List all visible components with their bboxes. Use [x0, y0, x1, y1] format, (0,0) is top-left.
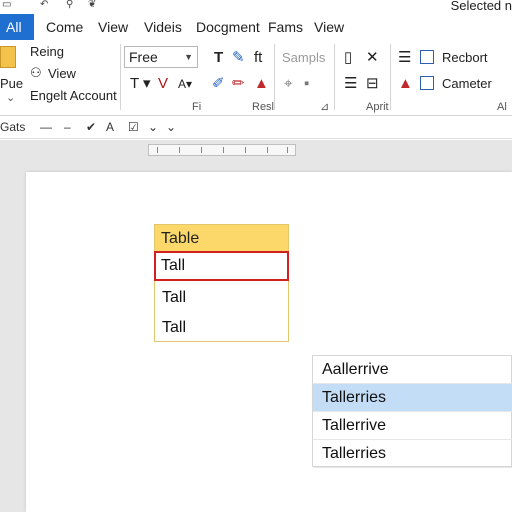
camera-icon[interactable] — [420, 76, 434, 90]
table-header[interactable]: Table — [155, 225, 288, 251]
document-table[interactable]: Table Tall Tall Tall — [154, 224, 289, 342]
table-cell[interactable]: Tall — [155, 283, 288, 313]
pen-icon[interactable]: ✎ — [232, 50, 245, 66]
ribbon-separator — [120, 44, 121, 110]
font-color-v-icon[interactable]: V — [158, 76, 168, 92]
view-icon[interactable]: ⚇ — [30, 65, 42, 81]
autocomplete-item[interactable]: Tallerrive — [313, 412, 512, 440]
tab-come[interactable]: Come — [46, 14, 83, 40]
autocomplete-item[interactable]: Aallerrive — [313, 356, 512, 384]
autocomplete-item-highlighted[interactable]: Tallerries — [313, 384, 512, 412]
view-item[interactable]: View — [48, 66, 76, 82]
format-painter-icon[interactable]: ▪ — [304, 76, 309, 92]
ribbon-separator — [274, 44, 275, 110]
styles-group-label: Resl — [252, 101, 275, 113]
format-bar: Gats — – ✔ A ☑ ⌄ ⌄ — [0, 117, 512, 139]
report-group-label: Al — [497, 101, 507, 113]
ruler[interactable] — [148, 144, 296, 156]
close-icon[interactable]: ✕ — [366, 50, 379, 66]
align-icon[interactable]: ☰ — [344, 76, 357, 92]
tab-fams[interactable]: Fams — [268, 14, 303, 40]
brush-icon[interactable]: ✐ — [212, 76, 225, 92]
new-page-icon[interactable]: ▯ — [344, 50, 352, 66]
more-icon[interactable]: ⌄ — [166, 120, 176, 134]
font-size-icon[interactable]: T ▾ — [130, 76, 151, 92]
highlight-icon[interactable]: A▾ — [178, 76, 192, 92]
account-item[interactable]: Engelt Account — [30, 88, 117, 104]
editing-group-label: Aprit — [366, 101, 389, 113]
paste-icon[interactable] — [0, 46, 16, 68]
warning-icon[interactable]: ▲ — [398, 76, 413, 92]
save-icon[interactable]: ▭ — [2, 0, 11, 10]
edit-box-icon[interactable]: ☑ — [128, 120, 139, 134]
font-name-select[interactable]: Free ▼ — [124, 46, 198, 68]
status-text: Selected n — [450, 0, 512, 13]
format-bar-label: Gats — [0, 120, 26, 134]
tab-docgment[interactable]: Docgment — [196, 14, 260, 40]
text-format-icon[interactable]: A — [106, 120, 114, 134]
ribbon: Pue ⌄ Reing ⚇ View Engelt Account Free ▼… — [0, 40, 512, 116]
dialog-launcher-icon[interactable]: ⊿ — [320, 101, 329, 113]
paste-dropdown-icon[interactable]: ⌄ — [6, 92, 15, 104]
paste-label[interactable]: Pue — [0, 76, 23, 92]
text-icon[interactable]: T — [214, 50, 223, 66]
ribbon-separator — [334, 44, 335, 110]
tab-all[interactable]: All — [0, 14, 34, 40]
search-icon[interactable]: ⚲ — [66, 0, 73, 10]
minus-icon[interactable]: — — [40, 120, 52, 134]
tab-view-2[interactable]: View — [314, 14, 344, 40]
report-icon[interactable] — [420, 50, 434, 64]
undo-icon[interactable]: ↶ — [40, 0, 48, 10]
font-name-value: Free — [129, 49, 158, 65]
table-cell[interactable]: Tall — [155, 313, 288, 343]
reing-item[interactable]: Reing — [30, 44, 64, 60]
tab-view[interactable]: View — [98, 14, 128, 40]
fill-icon[interactable]: ▲ — [254, 76, 269, 92]
report-item[interactable]: Recbort — [442, 50, 488, 66]
title-bar: ▭ ↶ ⚲ ❦ Selected n — [0, 0, 512, 14]
tab-videis[interactable]: Videis — [144, 14, 182, 40]
check-icon[interactable]: ✔ — [86, 120, 96, 134]
dash-icon[interactable]: – — [64, 120, 71, 134]
eraser-icon[interactable]: ⌖ — [284, 76, 292, 92]
list-icon[interactable]: ☰ — [398, 50, 411, 66]
dropdown-icon[interactable]: ⌄ — [148, 120, 158, 134]
ribbon-separator — [390, 44, 391, 110]
chevron-down-icon: ▼ — [184, 52, 193, 62]
pin-icon[interactable]: ❦ — [88, 0, 96, 10]
marker-icon[interactable]: ✏ — [232, 76, 245, 92]
ribbon-tabs: All Come View Videis Docgment Fams View — [0, 14, 512, 40]
table-cell-selected[interactable]: Tall — [154, 251, 289, 281]
font-group-label: Fi — [192, 101, 202, 113]
autocomplete-list: Aallerrive Tallerries Tallerrive Tallerr… — [312, 355, 512, 468]
replace-icon[interactable]: ⊟ — [366, 76, 379, 92]
styles-placeholder[interactable]: Sampls — [282, 50, 325, 66]
format-icon[interactable]: ft — [254, 50, 262, 66]
autocomplete-item[interactable]: Tallerries — [313, 440, 512, 468]
camera-item[interactable]: Cameter — [442, 76, 492, 92]
